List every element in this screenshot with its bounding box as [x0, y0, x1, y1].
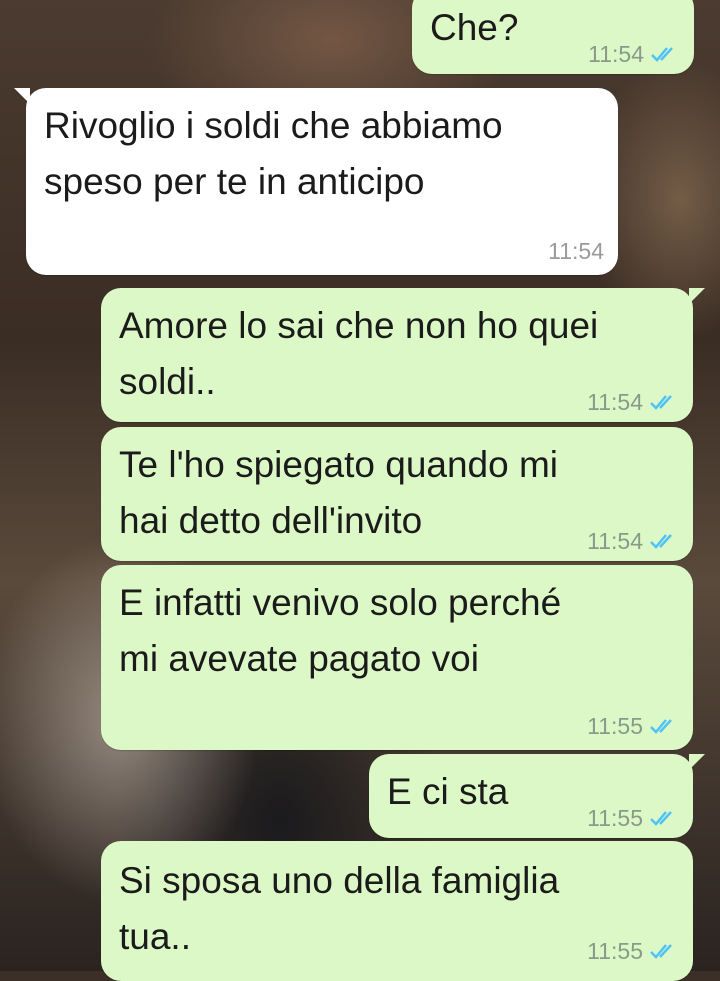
message-time: 11:55 — [587, 805, 643, 831]
double-check-read-icon — [649, 941, 679, 961]
message-time: 11:54 — [587, 528, 643, 554]
message-bubble-outgoing[interactable]: Amore lo sai che non ho quei soldi.. 11:… — [101, 288, 705, 422]
double-check-read-icon — [649, 392, 679, 412]
message-time: 11:55 — [587, 713, 643, 739]
message-meta: 11:55 — [587, 939, 679, 963]
message-meta: 11:54 — [587, 529, 679, 553]
message-meta: 11:54 — [548, 239, 604, 263]
message-meta: 11:55 — [587, 806, 679, 830]
message-bubble-outgoing[interactable]: Si sposa uno della famiglia tua.. 11:55 — [101, 841, 693, 981]
double-check-read-icon — [650, 44, 680, 64]
message-bubble-outgoing[interactable]: Te l'ho spiegato quando mi hai detto del… — [101, 427, 693, 561]
message-time: 11:54 — [587, 389, 643, 415]
message-text: E infatti venivo solo perché mi avevate … — [119, 582, 562, 679]
message-meta: 11:54 — [587, 390, 679, 414]
bubble-tail — [14, 88, 30, 104]
double-check-read-icon — [649, 531, 679, 551]
message-meta: 11:55 — [587, 714, 679, 738]
bubble-tail — [689, 754, 705, 770]
message-bubble-outgoing[interactable]: E infatti venivo solo perché mi avevate … — [101, 565, 693, 750]
bubble-tail — [689, 288, 705, 304]
message-time: 11:55 — [587, 938, 643, 964]
chat-message-list[interactable]: Che? 11:54 Rivoglio i soldi che abbiamo … — [0, 0, 720, 981]
message-text: Rivoglio i soldi che abbiamo speso per t… — [44, 105, 503, 202]
double-check-read-icon — [649, 716, 679, 736]
message-time: 11:54 — [548, 238, 604, 264]
message-time: 11:54 — [588, 41, 644, 67]
double-check-read-icon — [649, 808, 679, 828]
message-meta: 11:54 — [588, 42, 680, 66]
message-bubble-outgoing[interactable]: E ci sta 11:55 — [369, 754, 705, 838]
message-bubble-outgoing[interactable]: Che? 11:54 — [412, 0, 694, 74]
message-bubble-incoming[interactable]: Rivoglio i soldi che abbiamo speso per t… — [14, 88, 618, 275]
